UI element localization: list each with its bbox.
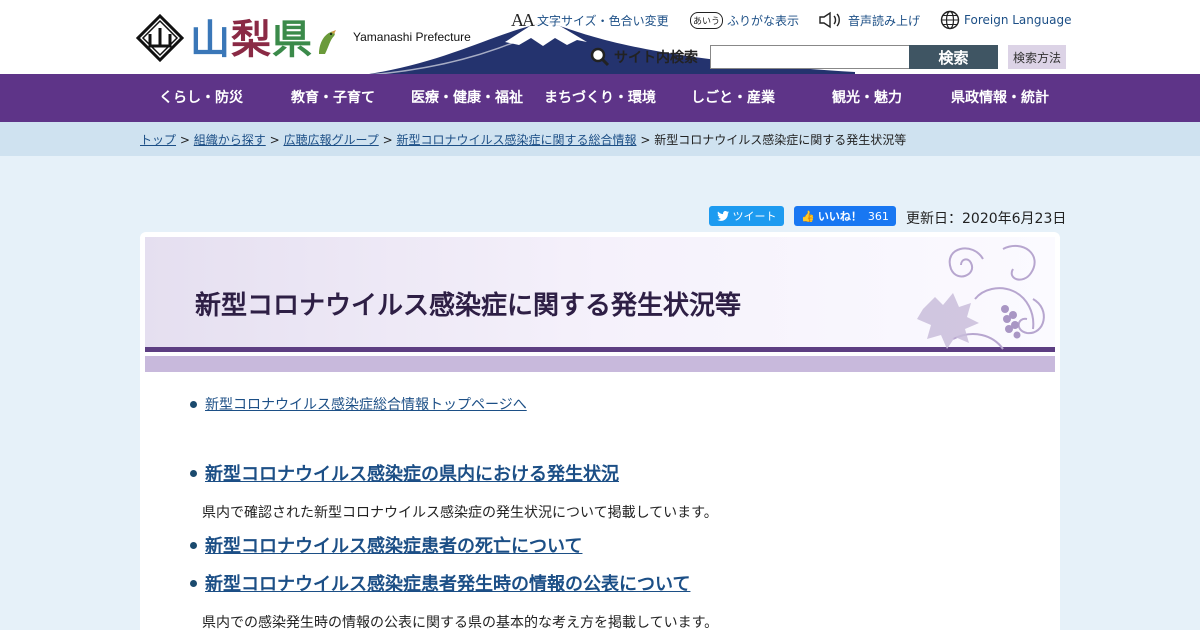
read-aloud-link[interactable]: 音声読み上げ	[818, 10, 920, 30]
nav-item-medical-welfare[interactable]: 医療・健康・福祉	[404, 74, 530, 122]
breadcrumb-link-organization[interactable]: 組織から探す	[194, 133, 266, 147]
facebook-like-button[interactable]: 👍 いいね！ 361	[794, 206, 896, 226]
bullet-icon	[190, 400, 197, 408]
read-aloud-label: 音声読み上げ	[848, 13, 921, 28]
nav-item-tourism[interactable]: 観光・魅力	[806, 74, 928, 122]
disclosure-policy-link[interactable]: 新型コロナウイルス感染症患者発生時の情報の公表について	[205, 570, 690, 596]
font-size-color-link[interactable]: AA 文字サイズ・色合い変更	[511, 10, 669, 30]
globe-icon	[940, 10, 960, 30]
breadcrumb-link-covid-info[interactable]: 新型コロナウイルス感染症に関する総合情報	[396, 133, 636, 147]
search-icon	[590, 47, 610, 67]
nav-item-education[interactable]: 教育・子育て	[272, 74, 394, 122]
title-underline-band	[145, 356, 1055, 372]
search-help-link[interactable]: 検索方法	[1008, 45, 1066, 69]
logo-char-1: 山	[190, 16, 231, 63]
bullet-icon	[190, 469, 197, 477]
site-header: 山梨県 Yamanashi Prefecture AA 文字サイズ・色合い変更 …	[0, 0, 1200, 74]
breadcrumb-separator: >	[382, 133, 393, 147]
logo-char-2: 梨	[231, 16, 272, 63]
breadcrumb-separator: >	[640, 133, 651, 147]
list-item: 新型コロナウイルス感染症総合情報トップページへ	[190, 394, 527, 414]
search-button[interactable]: 検索	[909, 45, 998, 69]
breadcrumb-link-pr-group[interactable]: 広聴広報グループ	[283, 133, 378, 147]
page-title: 新型コロナウイルス感染症に関する発生状況等	[195, 291, 742, 321]
nav-item-government[interactable]: 県政情報・統計	[940, 74, 1060, 122]
outbreak-status-description: 県内で確認された新型コロナウイルス感染症の発生状況について掲載しています。	[202, 505, 718, 521]
outbreak-status-link[interactable]: 新型コロナウイルス感染症の県内における発生状況	[205, 460, 619, 486]
nav-item-work-industry[interactable]: しごと・産業	[672, 74, 794, 122]
tweet-button[interactable]: ツイート	[709, 206, 784, 226]
bullet-icon	[190, 541, 197, 549]
furigana-link[interactable]: あいう ふりがな表示	[690, 10, 799, 30]
patient-deaths-link[interactable]: 新型コロナウイルス感染症患者の死亡について	[205, 532, 582, 558]
page-title-box: 新型コロナウイルス感染症に関する発生状況等	[145, 237, 1055, 352]
list-item: 新型コロナウイルス感染症患者発生時の情報の公表について	[190, 570, 690, 596]
logo-wordmark: 山梨県	[190, 18, 313, 62]
updated-date: 更新日：2020年6月23日	[906, 211, 1067, 227]
font-size-icon: AA	[511, 9, 535, 31]
tweet-label: ツイート	[732, 210, 777, 223]
twitter-bird-icon	[716, 211, 729, 221]
list-item: 新型コロナウイルス感染症患者の死亡について	[190, 532, 582, 558]
breadcrumb-link-top[interactable]: トップ	[140, 133, 176, 147]
covid-top-page-link[interactable]: 新型コロナウイルス感染症総合情報トップページへ	[205, 394, 527, 414]
logo-char-3: 県	[272, 16, 313, 63]
nav-item-life-disaster[interactable]: くらし・防災	[140, 74, 262, 122]
breadcrumb-bar: トップ > 組織から探す > 広聴広報グループ > 新型コロナウイルス感染症に関…	[0, 122, 1200, 156]
grape-vine-decoration-icon	[917, 244, 1045, 350]
thumbs-up-icon: 👍	[801, 209, 815, 223]
nav-item-town-environment[interactable]: まちづくり・環境	[536, 74, 664, 122]
site-search-label: サイト内検索	[590, 47, 698, 67]
font-size-glyph: AA	[511, 9, 535, 30]
speaker-icon	[818, 11, 844, 29]
list-item: 新型コロナウイルス感染症の県内における発生状況	[190, 460, 619, 486]
site-logo[interactable]: 山梨県	[136, 12, 337, 62]
prefecture-emblem-icon	[136, 14, 184, 62]
like-label: いいね！	[817, 210, 862, 223]
bird-icon	[319, 30, 336, 54]
breadcrumb-separator: >	[179, 133, 190, 147]
foreign-language-link[interactable]: Foreign Language	[940, 10, 1071, 30]
breadcrumb: トップ > 組織から探す > 広聴広報グループ > 新型コロナウイルス感染症に関…	[140, 131, 906, 148]
bullet-icon	[190, 579, 197, 587]
like-count: 361	[867, 209, 889, 223]
site-search-text: サイト内検索	[614, 50, 698, 66]
global-nav: くらし・防災 教育・子育て 医療・健康・福祉 まちづくり・環境 しごと・産業 観…	[0, 74, 1200, 122]
content-panel: 新型コロナウイルス感染症に関する発生状況等 新型コロナウイルス感染症総合情報トッ…	[140, 232, 1060, 630]
foreign-language-label: Foreign Language	[964, 13, 1072, 27]
furigana-icon: あいう	[690, 11, 724, 29]
disclosure-policy-description: 県内での感染発生時の情報の公表に関する県の基本的な考え方を掲載しています。	[202, 615, 719, 630]
font-size-color-label: 文字サイズ・色合い変更	[537, 13, 669, 28]
logo-subtitle: Yamanashi Prefecture	[353, 30, 471, 44]
breadcrumb-separator: >	[269, 133, 280, 147]
search-input[interactable]	[710, 45, 910, 69]
furigana-label: ふりがな表示	[727, 13, 800, 28]
breadcrumb-current: 新型コロナウイルス感染症に関する発生状況等	[654, 133, 907, 147]
furigana-glyph: あいう	[690, 11, 724, 29]
